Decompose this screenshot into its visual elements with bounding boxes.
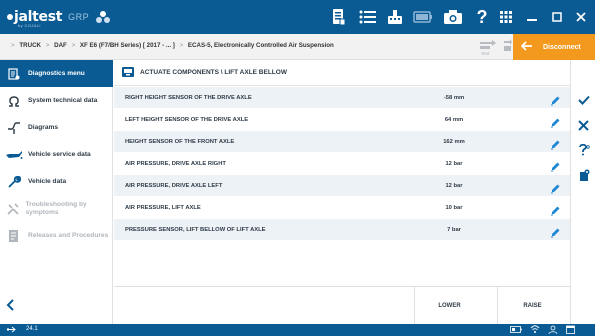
sidebar-item-label: Diagrams [28, 123, 59, 131]
close-icon[interactable] [567, 0, 595, 34]
document-settings-icon[interactable] [571, 165, 595, 185]
minimize-icon[interactable] [518, 0, 546, 34]
keyboard-icon[interactable] [386, 6, 404, 28]
battery-icon[interactable] [412, 6, 434, 28]
calendar-icon [566, 325, 575, 336]
disconnect-button[interactable]: Disconnect [513, 34, 595, 60]
oil-can-icon [0, 150, 28, 160]
camera-icon[interactable] [442, 6, 464, 28]
sidebar-item-label: Vehicle service data [28, 150, 91, 158]
group-icon [96, 11, 111, 23]
version-label: 24.1 [26, 326, 38, 332]
lower-button[interactable]: LOWER [414, 287, 484, 325]
raise-button[interactable]: RAISE [497, 287, 567, 325]
connector-icon[interactable] [503, 38, 513, 56]
usb-icon [6, 325, 16, 336]
sidebar-item-system-technical-data[interactable]: System technical data [0, 87, 113, 114]
sidebar-item-vehicle-data[interactable]: Vehicle data [0, 168, 113, 195]
breadcrumb-item-system[interactable]: ECAS-5, Electronically Controlled Air Su… [188, 42, 334, 49]
test-connector-icon[interactable]: TEST [478, 38, 498, 58]
user-icon [548, 325, 558, 336]
report-icon[interactable] [330, 6, 348, 28]
action-footer: LOWER RAISE [114, 286, 570, 325]
parameter-name: AIR PRESSURE, DRIVE AXLE RIGHT [125, 160, 226, 167]
top-bar: jaltest by COJALI GRP ? [0, 0, 595, 34]
wrench-icon [0, 175, 28, 189]
module-name: GRP [68, 12, 90, 22]
main-panel: ACTUATE COMPONENTS \ LIFT AXLE BELLOW RI… [114, 60, 570, 325]
edit-pencil-icon[interactable] [550, 225, 561, 243]
parameter-name: LEFT HEIGHT SENSOR OF THE DRIVE AXLE [125, 116, 249, 123]
sidebar-item-label: Releases and Procedures [28, 231, 109, 239]
sidebar-item-vehicle-service-data[interactable]: Vehicle service data [0, 141, 113, 168]
breadcrumb-separator: > [179, 42, 184, 49]
table-row: AIR PRESSURE, LIFT AXLE 10 bar [114, 197, 570, 219]
status-bar: 24.1 [0, 324, 595, 336]
panel-header: ACTUATE COMPONENTS \ LIFT AXLE BELLOW [114, 60, 570, 86]
breadcrumb-item-brand[interactable]: DAF [54, 42, 67, 49]
info-help-icon[interactable] [571, 140, 595, 160]
arrow-left-icon [520, 40, 533, 54]
brand-subtitle: by COJALI [18, 23, 41, 28]
parameter-value: 64 mm [444, 116, 464, 123]
diagram-icon [0, 121, 28, 135]
parameter-name: AIR PRESSURE, DRIVE AXLE LEFT [125, 182, 223, 189]
disconnect-label: Disconnect [543, 43, 581, 51]
tools-icon [0, 202, 26, 216]
ohm-icon [0, 95, 28, 107]
breadcrumb: > TRUCK > DAF > XF E6 (F7/BH Series) [ 2… [8, 42, 334, 49]
action-column [570, 60, 595, 324]
parameter-value: 7 bar [447, 226, 461, 233]
help-icon[interactable]: ? [474, 6, 490, 28]
wifi-icon [530, 325, 540, 336]
sidebar-item-label: Troubleshooting by symptoms [25, 201, 87, 216]
sidebar-item-label: Diagnostics menu [28, 69, 85, 77]
breadcrumb-separator: > [11, 42, 15, 49]
breadcrumb-separator: > [71, 42, 76, 49]
sidebar-item-label: System technical data [28, 96, 98, 104]
system-tray [510, 325, 575, 336]
list-icon[interactable] [358, 6, 378, 28]
parameter-name: HEIGHT SENSOR OF THE FRONT AXLE [125, 138, 235, 145]
apps-grid-icon[interactable] [498, 6, 514, 28]
test-label: TEST [481, 52, 490, 56]
table-row: AIR PRESSURE, DRIVE AXLE RIGHT 12 bar [114, 153, 570, 175]
actuate-components-icon [122, 64, 134, 82]
parameter-value: -58 mm [443, 94, 465, 101]
cancel-icon[interactable] [571, 115, 595, 135]
table-row: PRESSURE SENSOR, LIFT BELLOW OF LIFT AXL… [114, 219, 570, 241]
table-row: AIR PRESSURE, DRIVE AXLE LEFT 12 bar [114, 175, 570, 197]
battery-status-icon [510, 325, 522, 336]
logo-mark-icon [7, 14, 13, 20]
panel-title: ACTUATE COMPONENTS \ LIFT AXLE BELLOW [140, 69, 287, 76]
parameter-value: 10 bar [445, 204, 463, 211]
sidebar-item-troubleshooting: Troubleshooting by symptoms [0, 195, 113, 222]
sidebar-item-diagrams[interactable]: Diagrams [0, 114, 113, 141]
parameter-name: PRESSURE SENSOR, LIFT BELLOW OF LIFT AXL… [125, 226, 266, 233]
sidebar-item-label: Vehicle data [28, 177, 67, 185]
sidebar: Diagnostics menu System technical data D… [0, 60, 113, 324]
table-row: HEIGHT SENSOR OF THE FRONT AXLE 162 mm [114, 131, 570, 153]
breadcrumb-item-category[interactable]: TRUCK [19, 42, 41, 49]
document-icon [0, 229, 28, 243]
table-row: LEFT HEIGHT SENSOR OF THE DRIVE AXLE 64 m… [114, 109, 570, 131]
parameter-value: 12 bar [445, 182, 463, 189]
app-logo: jaltest by COJALI GRP [6, 8, 111, 28]
sidebar-item-diagnostics-menu[interactable]: Diagnostics menu [0, 60, 113, 87]
diagnostics-icon [0, 67, 28, 80]
sidebar-item-releases-procedures: Releases and Procedures [0, 222, 113, 249]
parameter-name: RIGHT HEIGHT SENSOR OF THE DRIVE AXLE [125, 94, 252, 101]
parameter-name: AIR PRESSURE, LIFT AXLE [125, 204, 201, 211]
confirm-icon[interactable] [571, 90, 595, 110]
back-button[interactable] [6, 298, 14, 314]
chevron-left-icon [6, 299, 14, 311]
table-row: RIGHT HEIGHT SENSOR OF THE DRIVE AXLE -58… [114, 87, 570, 109]
breadcrumb-item-model[interactable]: XF E6 (F7/BH Series) [ 2017 - ... ] [80, 42, 175, 49]
parameter-value: 12 bar [445, 160, 463, 167]
parameter-value: 162 mm [443, 138, 465, 145]
breadcrumb-separator: > [45, 42, 50, 49]
breadcrumb-bar: > TRUCK > DAF > XF E6 (F7/BH Series) [ 2… [0, 34, 595, 60]
